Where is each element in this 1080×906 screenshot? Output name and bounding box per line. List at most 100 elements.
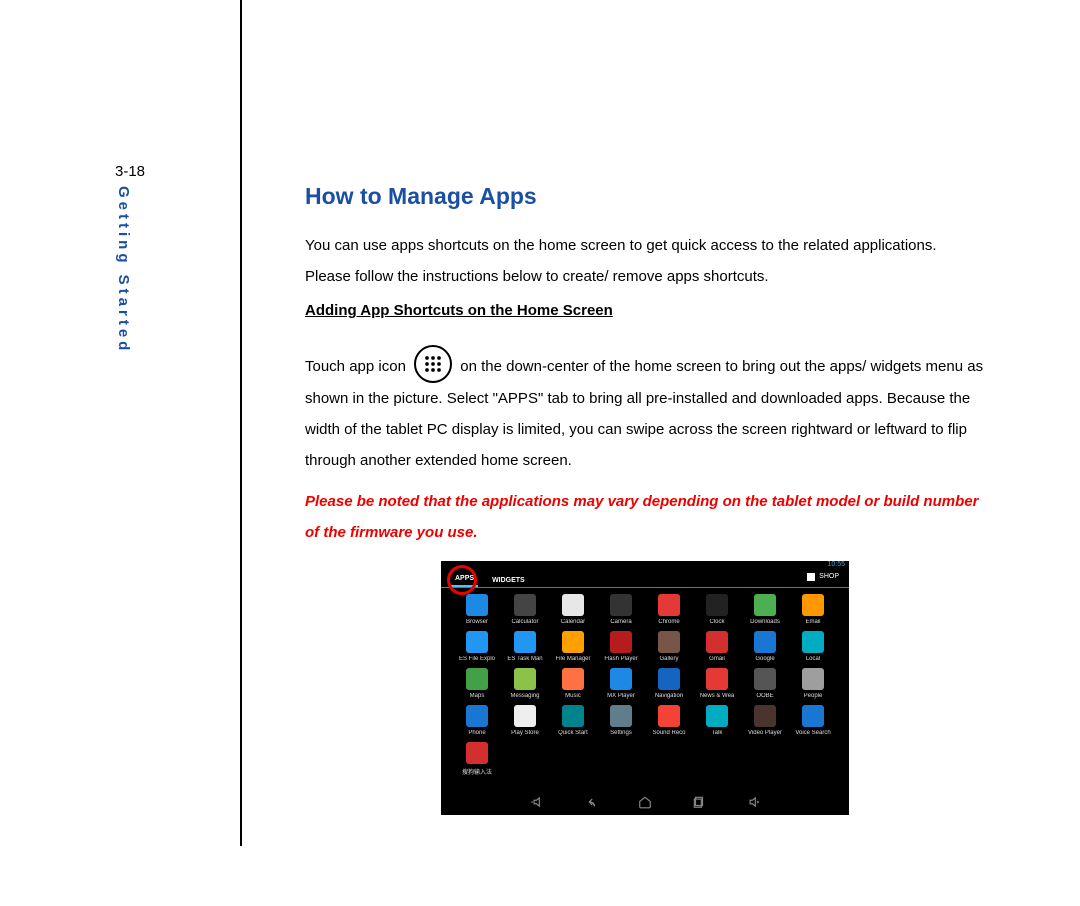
- app-cell[interactable]: Sound Reco: [647, 705, 691, 736]
- app-icon: [658, 705, 680, 727]
- app-cell[interactable]: Calculator: [503, 594, 547, 625]
- app-cell[interactable]: Local: [791, 631, 835, 662]
- app-icon: [802, 705, 824, 727]
- app-cell[interactable]: Messaging: [503, 668, 547, 699]
- app-label: Navigation: [647, 693, 691, 699]
- intro-paragraph: You can use apps shortcuts on the home s…: [305, 230, 985, 292]
- app-cell[interactable]: Talk: [695, 705, 739, 736]
- page-number: 3-18: [115, 163, 145, 180]
- app-icon: [562, 705, 584, 727]
- app-label: Local: [791, 656, 835, 662]
- nav-bar: [441, 789, 849, 815]
- app-label: ES Task Man: [503, 656, 547, 662]
- app-icon: [802, 594, 824, 616]
- app-icon: [706, 594, 728, 616]
- app-cell[interactable]: ES Task Man: [503, 631, 547, 662]
- app-cell[interactable]: Chrome: [647, 594, 691, 625]
- app-cell[interactable]: File Manager: [551, 631, 595, 662]
- app-cell[interactable]: Video Player: [743, 705, 787, 736]
- content-area: How to Manage Apps You can use apps shor…: [305, 183, 985, 815]
- app-icon: [754, 705, 776, 727]
- tab-bar: APPS WIDGETS: [441, 571, 849, 588]
- app-cell[interactable]: People: [791, 668, 835, 699]
- app-icon: [514, 705, 536, 727]
- recent-apps-icon[interactable]: [692, 795, 706, 809]
- app-label: Browser: [455, 619, 499, 625]
- app-label: Email: [791, 619, 835, 625]
- instruction-paragraph: Touch app icon on the down-center of the…: [305, 333, 985, 476]
- app-label: Chrome: [647, 619, 691, 625]
- app-label: Gallery: [647, 656, 691, 662]
- app-cell[interactable]: Music: [551, 668, 595, 699]
- app-label: Maps: [455, 693, 499, 699]
- app-icon: [754, 594, 776, 616]
- app-cell[interactable]: Navigation: [647, 668, 691, 699]
- app-cell[interactable]: Gmail: [695, 631, 739, 662]
- subheading: Adding App Shortcuts on the Home Screen: [305, 302, 985, 319]
- app-cell[interactable]: Clock: [695, 594, 739, 625]
- app-label: File Manager: [551, 656, 595, 662]
- app-cell[interactable]: ES File Explo: [455, 631, 499, 662]
- app-label: People: [791, 693, 835, 699]
- shop-link[interactable]: SHOP: [807, 573, 839, 581]
- app-label: 搜狗输入法: [455, 767, 499, 776]
- app-label: Camera: [599, 619, 643, 625]
- app-label: News & Wea: [695, 693, 739, 699]
- app-cell[interactable]: Browser: [455, 594, 499, 625]
- app-label: Quick Start: [551, 730, 595, 736]
- volume-down-icon[interactable]: [530, 795, 544, 809]
- app-cell[interactable]: Quick Start: [551, 705, 595, 736]
- app-cell[interactable]: Downloads: [743, 594, 787, 625]
- app-drawer-icon: [414, 345, 452, 383]
- app-label: Downloads: [743, 619, 787, 625]
- section-title: Getting Started: [115, 186, 132, 354]
- app-cell[interactable]: Flash Player: [599, 631, 643, 662]
- app-label: OOBE: [743, 693, 787, 699]
- app-label: Calendar: [551, 619, 595, 625]
- vertical-rule: [240, 0, 242, 846]
- app-icon: [562, 668, 584, 690]
- app-cell[interactable]: Google: [743, 631, 787, 662]
- app-icon: [466, 668, 488, 690]
- app-label: Flash Player: [599, 656, 643, 662]
- app-cell[interactable]: 搜狗输入法: [455, 742, 499, 776]
- tab-widgets[interactable]: WIDGETS: [488, 577, 529, 587]
- app-cell[interactable]: News & Wea: [695, 668, 739, 699]
- shop-icon: [807, 573, 815, 581]
- home-icon[interactable]: [638, 795, 652, 809]
- status-bar-time: 10:55: [827, 561, 845, 568]
- app-cell[interactable]: Camera: [599, 594, 643, 625]
- app-grid: Browser Calculator Calendar Camera Chrome Clo…: [455, 594, 835, 776]
- app-label: Video Player: [743, 730, 787, 736]
- app-cell[interactable]: Email: [791, 594, 835, 625]
- app-icon: [562, 631, 584, 653]
- text-before-icon: Touch app icon: [305, 358, 410, 375]
- volume-up-icon[interactable]: [746, 795, 760, 809]
- app-label: Google: [743, 656, 787, 662]
- app-icon: [610, 668, 632, 690]
- app-icon: [562, 594, 584, 616]
- app-label: Music: [551, 693, 595, 699]
- app-label: MX Player: [599, 693, 643, 699]
- document-page: 3-18 Getting Started How to Manage Apps …: [0, 0, 1080, 906]
- app-cell[interactable]: Settings: [599, 705, 643, 736]
- app-icon: [706, 705, 728, 727]
- heading-title: How to Manage Apps: [305, 183, 985, 210]
- app-cell[interactable]: OOBE: [743, 668, 787, 699]
- app-cell[interactable]: Maps: [455, 668, 499, 699]
- app-label: Messaging: [503, 693, 547, 699]
- app-icon: [754, 668, 776, 690]
- tablet-screenshot: 10:55 APPS WIDGETS SHOP Browser Calculato…: [441, 561, 849, 815]
- app-icon: [754, 631, 776, 653]
- app-icon: [466, 594, 488, 616]
- app-cell[interactable]: MX Player: [599, 668, 643, 699]
- app-cell[interactable]: Gallery: [647, 631, 691, 662]
- back-icon[interactable]: [584, 795, 598, 809]
- app-cell[interactable]: Calendar: [551, 594, 595, 625]
- app-label: Voice Search: [791, 730, 835, 736]
- app-label: Phone: [455, 730, 499, 736]
- app-icon: [802, 668, 824, 690]
- app-cell[interactable]: Play Store: [503, 705, 547, 736]
- app-cell[interactable]: Voice Search: [791, 705, 835, 736]
- app-cell[interactable]: Phone: [455, 705, 499, 736]
